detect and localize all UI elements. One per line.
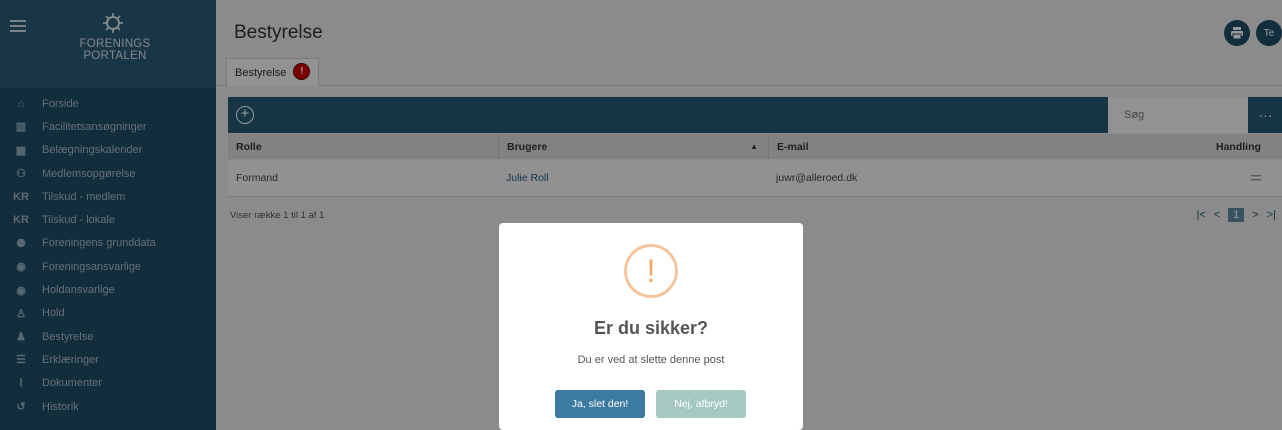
dialog-message: Du er ved at slette denne post bbox=[577, 354, 725, 366]
confirm-delete-button[interactable]: Ja, slet den! bbox=[555, 390, 645, 418]
dialog-title: Er du sikker? bbox=[593, 318, 709, 338]
confirm-dialog: ! Er du sikker? Du er ved at slette denn… bbox=[499, 223, 803, 430]
warning-icon: ! bbox=[624, 244, 678, 298]
cancel-button[interactable]: Nej, afbryd! bbox=[656, 390, 746, 418]
